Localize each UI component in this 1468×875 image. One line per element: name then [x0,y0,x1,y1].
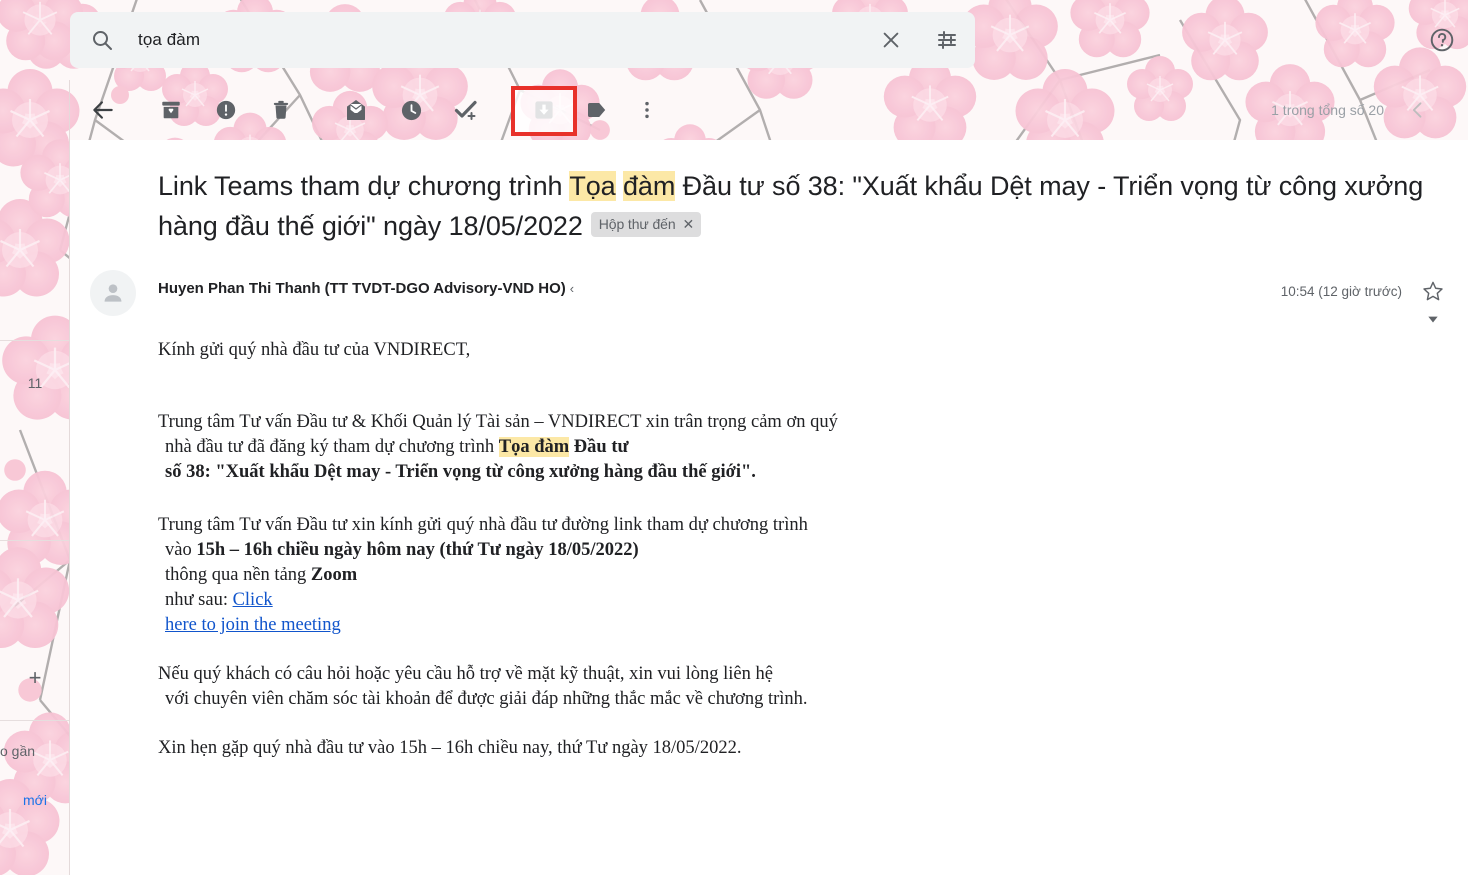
close-icon[interactable] [863,12,919,68]
avatar[interactable] [90,270,136,316]
back-to-list-button[interactable] [80,87,126,133]
body-para2-line3: số 38: "Xuất khẩu Dệt may - Triển vọng t… [165,462,756,482]
sidebar-item-recent-chats[interactable]: o gần [0,743,70,759]
sidebar-partial: 11 + o gần mới [0,80,70,875]
subject-highlight-2: đàm [623,171,676,201]
sidebar-item-unread-count[interactable]: 11 [0,375,70,391]
body-para5: Xin hẹn gặp quý nhà đầu tư vào 15h – 16h… [158,738,742,758]
body-para3-line3: thông qua nền tảng Zoom [158,563,1428,588]
meeting-link-part2[interactable]: here to join the meeting [165,615,341,635]
body-para4-line2: với chuyên viên chăm sóc tài khoản để đư… [165,689,808,709]
body-para3-line2-a: vào [165,540,197,560]
message-count: 1 trong tổng số 20 [1271,102,1384,118]
more-options-button[interactable] [624,87,670,133]
message-meta: 10:54 (12 giờ trước) [1281,278,1446,304]
body-para4-line1: Nếu quý khách có câu hỏi hoặc yêu cầu hỗ… [158,664,773,684]
subject-area: Link Teams tham dự chương trình Tọa đàm … [70,140,1468,246]
close-icon[interactable]: ✕ [683,217,695,231]
tune-icon[interactable] [919,12,975,68]
email-reading-pane: Link Teams tham dự chương trình Tọa đàm … [70,140,1468,875]
caret-down-icon[interactable] [1420,306,1446,332]
snooze-button[interactable] [388,87,434,133]
search-header: tọa đàm [0,0,1468,80]
subject-part-1: Link Teams tham dự chương trình [158,171,570,201]
star-outline-icon[interactable] [1420,278,1446,304]
body-para3-line2-b: 15h – 16h chiều ngày hôm nay (thứ Tư ngà… [196,540,639,560]
email-body: Kính gửi quý nhà đầu tư của VNDIRECT, Tr… [70,320,1468,761]
subject-highlight-1: Tọa [569,171,616,201]
add-to-tasks-button[interactable] [443,87,489,133]
labels-button[interactable] [574,87,620,133]
body-para3-line4: như sau: Click [158,588,1428,613]
search-input[interactable]: tọa đàm [134,30,863,50]
body-para3-line1: Trung tâm Tư vấn Đầu tư xin kính gửi quý… [158,515,808,535]
sender-details-caret[interactable]: ‹ [570,281,574,296]
page-title: Link Teams tham dự chương trình Tọa đàm … [158,166,1428,246]
body-para2-line2-a: nhà đầu tư đã đăng ký tham dự chương trì… [165,437,499,457]
body-para2-line1: Trung tâm Tư vấn Đầu tư & Khối Quản lý T… [158,412,838,432]
body-para3-line3-b: Zoom [310,565,358,585]
gmail-app-window: tọa đàm 1 trong tổng số 20 11 + o gần mớ… [0,0,1468,875]
message-timestamp: 10:54 (12 giờ trước) [1280,283,1402,299]
search-bar[interactable]: tọa đàm [70,12,975,68]
subject-mid-1 [616,171,623,201]
report-spam-button[interactable] [203,87,249,133]
search-icon[interactable] [70,12,134,68]
body-para2-line2: nhà đầu tư đã đăng ký tham dự chương trì… [158,435,1428,460]
mark-unread-button[interactable] [333,87,379,133]
body-highlight-1: Tọa [498,437,530,457]
body-para3-line3-a: thông qua nền tảng [165,565,311,585]
sidebar-item-new-chat[interactable]: mới [0,792,70,808]
body-greeting: Kính gửi quý nhà đầu tư của VNDIRECT, [158,340,471,360]
body-para2-line2-b: Đầu tư [569,437,629,457]
sender-name[interactable]: Huyen Phan Thi Thanh (TT TVDT-DGO Adviso… [158,268,566,297]
move-to-inbox-button[interactable] [521,87,567,133]
body-para3-line2: vào 15h – 16h chiều ngày hôm nay (thứ Tư… [158,538,1428,563]
body-highlight-2: đàm [534,437,570,457]
status-badge[interactable]: Hộp thư đến ✕ [590,212,702,237]
body-para3-line5: here to join the meeting [158,613,1428,638]
chevron-left-icon[interactable] [1398,90,1438,130]
message-toolbar: 1 trong tổng số 20 [0,80,1468,140]
archive-button[interactable] [148,87,194,133]
sender-row: Huyen Phan Thi Thanh (TT TVDT-DGO Adviso… [70,268,1468,323]
help-circle-icon[interactable] [1422,20,1462,60]
meeting-link-part1[interactable]: Click [233,590,273,610]
sidebar-item-add-button[interactable]: + [0,665,70,691]
body-para3-line4-a: như sau: [165,590,233,610]
delete-button[interactable] [258,87,304,133]
label-chip-text: Hộp thư đến [598,216,676,232]
